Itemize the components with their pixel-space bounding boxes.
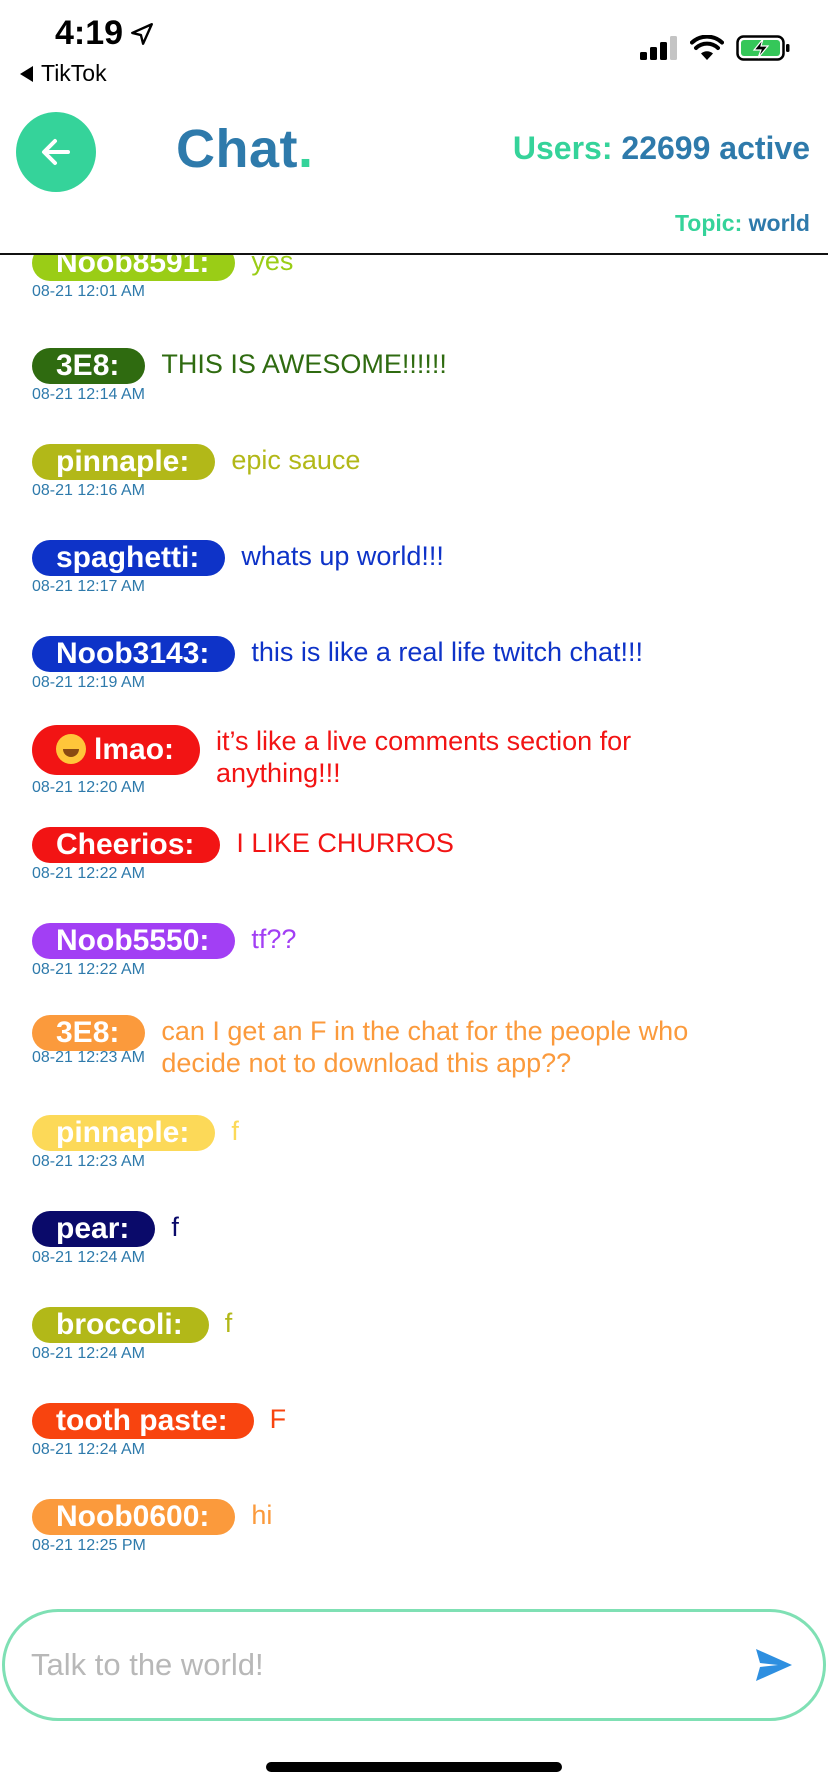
message-text: epic sauce — [231, 445, 361, 475]
message-timestamp: 08-21 12:01 AM — [32, 283, 145, 300]
back-triangle-icon — [20, 65, 33, 82]
arrow-left-icon — [42, 139, 70, 165]
send-button[interactable] — [749, 1640, 799, 1690]
chat-topic: Topic: world — [675, 210, 810, 237]
message-username[interactable]: pear: — [32, 1211, 156, 1247]
message-timestamp: 08-21 12:24 AM — [32, 1345, 145, 1362]
status-icons — [640, 34, 792, 62]
message-text: it’s like a live comments section for an… — [216, 726, 632, 788]
message-username[interactable]: Noob8591: — [32, 255, 236, 281]
message-item: pear: f 08-21 12:24 AM — [32, 1211, 822, 1267]
page-title-text: Chat — [176, 119, 298, 179]
message-username[interactable]: broccoli: — [32, 1307, 209, 1343]
message-text: hi — [251, 1500, 273, 1530]
message-text: f — [171, 1212, 179, 1242]
active-users-count: Users: 22699 active — [513, 130, 810, 167]
users-label: Users: — [512, 130, 613, 166]
message-username[interactable]: tooth paste: — [32, 1403, 254, 1439]
message-item: 3E8: THIS IS AWESOME!!!!!! 08-21 12:14 AM — [32, 348, 822, 404]
message-text: THIS IS AWESOME!!!!!! — [161, 349, 447, 379]
message-timestamp: 08-21 12:24 AM — [32, 1441, 145, 1458]
users-value: 22699 active — [621, 130, 810, 166]
message-item: tooth paste: F 08-21 12:24 AM — [32, 1403, 822, 1459]
message-timestamp: 08-21 12:23 AM — [32, 1153, 145, 1170]
message-username[interactable]: Noob0600: — [32, 1499, 236, 1535]
battery-charging-icon — [736, 35, 790, 61]
message-text: tf?? — [251, 924, 297, 954]
message-username[interactable]: pinnaple: — [32, 444, 216, 480]
message-username[interactable]: Cheerios: — [32, 827, 221, 863]
message-username[interactable]: Noob3143: — [32, 636, 236, 672]
message-timestamp: 08-21 12:22 AM — [32, 865, 145, 882]
message-list[interactable]: Noob8591: yes 08-21 12:01 AM 3E8: THIS IS … — [0, 255, 828, 1585]
message-username[interactable]: spaghetti: — [32, 540, 226, 576]
page-title-dot: . — [298, 119, 314, 179]
wifi-icon — [690, 35, 724, 60]
message-timestamp: 08-21 12:19 AM — [32, 674, 145, 691]
message-item: spaghetti: whats up world!!! 08-21 12:17 … — [32, 540, 822, 596]
message-item: Cheerios: I LIKE CHURROS 08-21 12:22 AM — [32, 827, 822, 883]
message-text: can I get an F in the chat for the peopl… — [161, 1016, 689, 1078]
message-item: Noob8591: yes 08-21 12:01 AM — [32, 255, 822, 301]
home-indicator[interactable] — [266, 1762, 562, 1772]
message-item: pinnaple: epic sauce 08-21 12:16 AM — [32, 444, 822, 500]
message-item: broccoli: f 08-21 12:24 AM — [32, 1307, 822, 1363]
message-text: this is like a real life twitch chat!!! — [251, 637, 644, 667]
message-item: pinnaple: f 08-21 12:23 AM — [32, 1115, 822, 1171]
message-username[interactable]: 3E8: — [32, 348, 146, 384]
message-text: f — [224, 1308, 233, 1338]
message-timestamp: 08-21 12:25 PM — [32, 1537, 146, 1554]
message-text: f — [231, 1116, 239, 1146]
message-item: lmao: it’s like a live comments section f… — [32, 725, 822, 797]
message-composer — [2, 1609, 826, 1721]
message-timestamp: 08-21 12:17 AM — [32, 578, 145, 595]
cellular-signal-icon — [640, 36, 677, 60]
status-time-text: 4:19 — [55, 14, 124, 52]
message-text: F — [269, 1404, 287, 1434]
message-timestamp: 08-21 12:22 AM — [32, 961, 145, 978]
page-title: Chat. — [176, 118, 314, 180]
message-username[interactable]: 3E8: — [32, 1015, 146, 1051]
send-icon — [756, 1649, 792, 1681]
message-text: I LIKE CHURROS — [236, 828, 454, 858]
message-username[interactable]: pinnaple: — [32, 1115, 216, 1151]
back-app-label: TikTok — [41, 60, 107, 86]
message-timestamp: 08-21 12:24 AM — [32, 1249, 145, 1266]
chat-screen: 4:19 TikTok Chat. Users: 22699 active To… — [0, 0, 828, 1792]
rofl-emoji-icon — [56, 734, 86, 765]
back-button[interactable] — [16, 112, 96, 192]
message-username: lmao: — [94, 733, 175, 766]
message-username[interactable]: Noob5550: — [32, 923, 236, 959]
location-arrow-icon — [131, 22, 154, 45]
message-item: 3E8: can I get an F in the chat for the p… — [32, 1015, 822, 1078]
topic-label: Topic: — [674, 210, 743, 236]
message-input[interactable] — [29, 1646, 749, 1684]
message-timestamp: 08-21 12:16 AM — [32, 482, 145, 499]
message-timestamp: 08-21 12:14 AM — [32, 386, 145, 403]
message-item: Noob0600: hi 08-21 12:25 PM — [32, 1499, 822, 1555]
message-text: yes — [251, 255, 294, 276]
message-username-with-emoji[interactable]: lmao: — [32, 725, 201, 775]
message-item: Noob3143: this is like a real life twitch… — [32, 636, 822, 692]
back-to-app-link[interactable]: TikTok — [20, 60, 107, 87]
topic-value: world — [748, 210, 810, 236]
status-time: 4:19 — [55, 14, 155, 53]
message-text: whats up world!!! — [241, 541, 444, 571]
message-item: Noob5550: tf?? 08-21 12:22 AM — [32, 923, 822, 979]
